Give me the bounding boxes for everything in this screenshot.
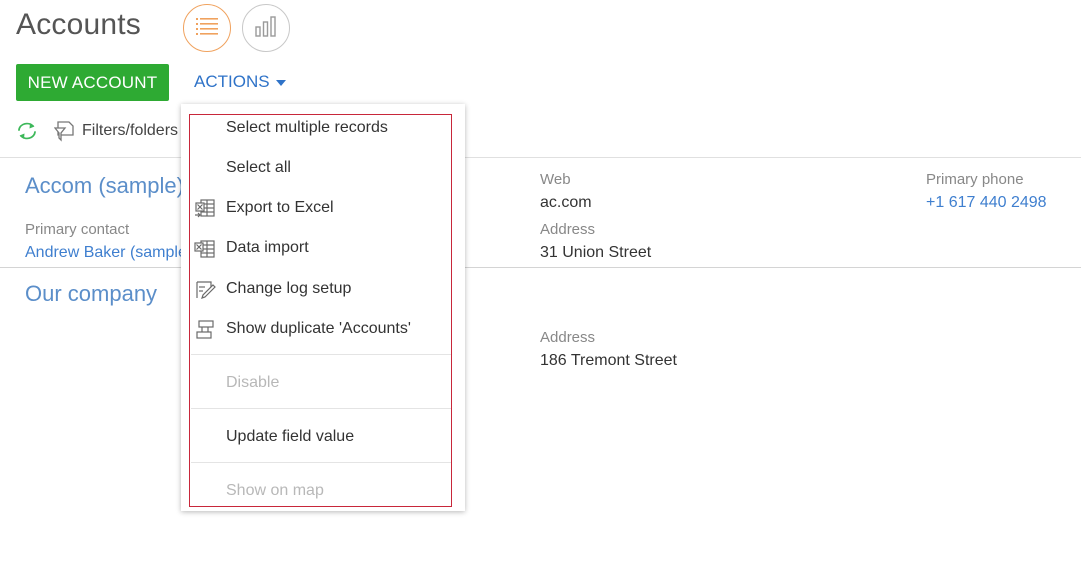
menu-separator (191, 354, 451, 355)
account-name-link[interactable]: Our company (25, 281, 157, 307)
excel-import-icon (194, 238, 216, 260)
menu-item-update-field-value[interactable]: Update field value (226, 428, 354, 446)
actions-menu (181, 104, 465, 511)
web-caption: Web (540, 171, 571, 188)
filters-folders-link[interactable]: Filters/folders (82, 122, 178, 140)
edit-log-icon (194, 279, 216, 301)
account-name-link[interactable]: Accom (sample) (25, 173, 184, 199)
menu-item-select-multiple-records[interactable]: Select multiple records (226, 119, 388, 137)
filter-folder-icon[interactable] (54, 120, 74, 142)
primary-phone-link[interactable]: +1 617 440 2498 (926, 194, 1047, 212)
list-view-button[interactable] (183, 4, 231, 52)
analytics-view-button[interactable] (242, 4, 290, 52)
duplicates-icon (194, 319, 216, 341)
menu-item-data-import[interactable]: Data import (226, 239, 309, 257)
primary-phone-caption: Primary phone (926, 171, 1024, 188)
divider (0, 157, 1081, 158)
address-value: 186 Tremont Street (540, 352, 677, 369)
refresh-icon[interactable] (16, 120, 38, 142)
address-value: 31 Union Street (540, 244, 652, 261)
web-value: ac.com (540, 194, 592, 211)
menu-item-show-on-map: Show on map (226, 482, 324, 499)
page-title: Accounts (16, 8, 141, 41)
divider (0, 267, 1081, 268)
caret-down-icon (275, 80, 286, 86)
excel-export-icon (194, 198, 216, 220)
menu-item-show-duplicate-accounts[interactable]: Show duplicate 'Accounts' (226, 320, 411, 338)
menu-item-export-to-excel[interactable]: Export to Excel (226, 199, 334, 217)
actions-label: ACTIONS (194, 72, 270, 91)
new-account-button[interactable]: NEW ACCOUNT (16, 64, 169, 101)
primary-contact-link[interactable]: Andrew Baker (sample) (25, 244, 192, 262)
menu-separator (191, 462, 451, 463)
menu-separator (191, 408, 451, 409)
list-icon (196, 17, 218, 40)
menu-item-select-all[interactable]: Select all (226, 159, 291, 177)
bar-chart-icon (255, 15, 277, 42)
actions-dropdown-button[interactable]: ACTIONS (194, 72, 286, 92)
filter-toolbar: Filters/folders (16, 120, 178, 142)
menu-item-change-log-setup[interactable]: Change log setup (226, 280, 351, 298)
primary-contact-caption: Primary contact (25, 221, 130, 238)
address-caption: Address (540, 221, 596, 238)
address-caption: Address (540, 329, 596, 346)
menu-item-disable: Disable (226, 374, 280, 391)
